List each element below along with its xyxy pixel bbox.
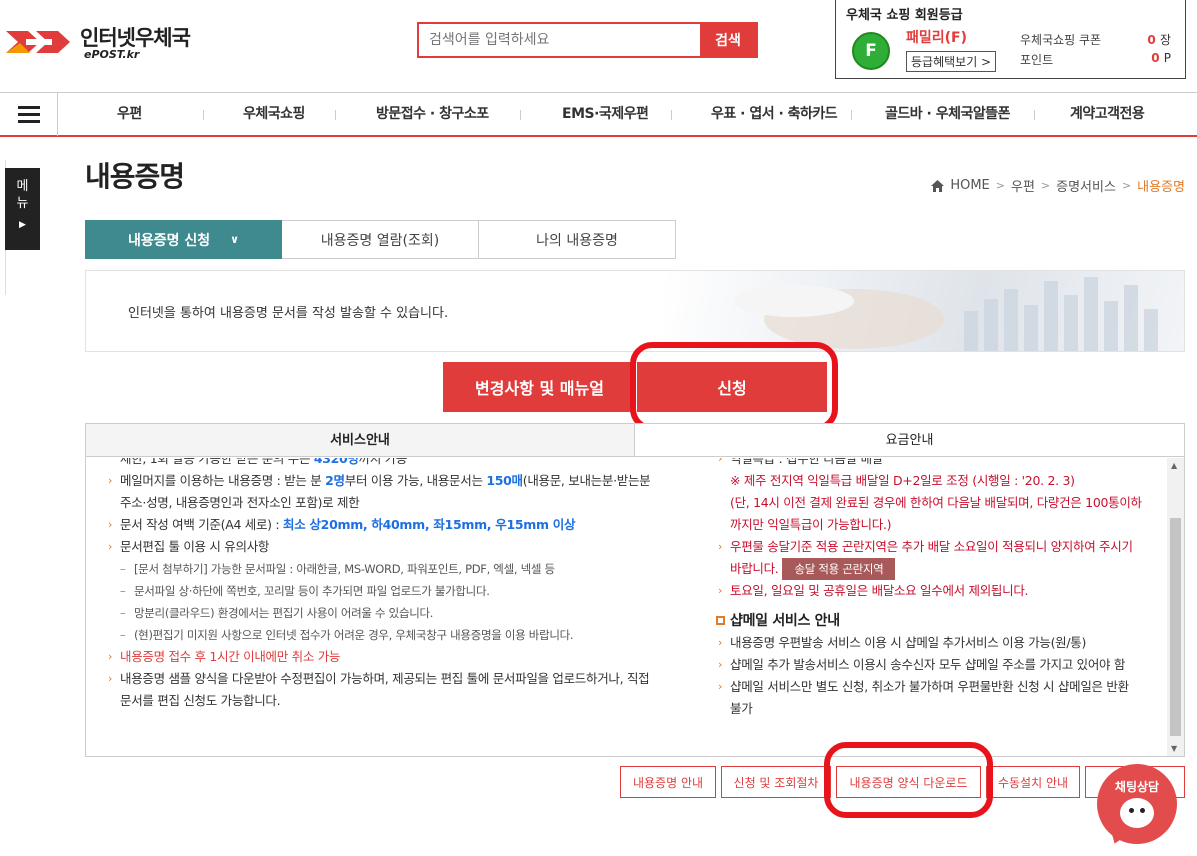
info-line: 제한, 1회 발송 가능한 받는 분의 수는 4320명까지 가능 (120, 458, 408, 466)
certified-guide-button[interactable]: 내용증명 안내 (620, 766, 716, 798)
tab-apply[interactable]: 내용증명 신청 ∨ (85, 220, 282, 259)
breadcrumb-post[interactable]: 우편 (1011, 176, 1035, 195)
info-line: › 메일머지를 이용하는 내용증명 : 받는 분 2명부터 이용 가능, 내용문서… (108, 473, 651, 488)
member-grade-panel: 우체국 쇼핑 회원등급 F 패밀리(F) 등급혜택보기 > 우체국쇼핑 쿠폰 0… (835, 0, 1186, 79)
panel-content: 제한, 1회 발송 가능한 받는 분의 수는 4320명까지 가능 › 메일머지를… (86, 458, 1168, 756)
info-subline: – (현)편집기 미지원 사항으로 인터넷 접수가 어려운 경우, 우체국창구 내… (120, 628, 574, 642)
nav-item-post[interactable]: 우편 (117, 93, 142, 136)
fee-line: › 익일특급 : 접수한 다음날 배달 (718, 458, 884, 466)
breadcrumb-current: 내용증명 (1137, 180, 1185, 195)
nav-item-goldbar[interactable]: 골드바 · 우체국알뜰폰 (885, 93, 1011, 136)
tab-my-certified[interactable]: 나의 내용증명 (479, 220, 676, 259)
breadcrumb-home[interactable]: HOME (950, 178, 989, 193)
breadcrumb: HOME > 우편 > 증명서비스 > 내용증명 (931, 176, 1185, 195)
chevron-down-icon: ∨ (230, 233, 240, 246)
point-value[interactable]: 0 P (1151, 51, 1171, 65)
fee-line: 불가 (730, 701, 753, 716)
info-subline: – 망분리(클라우드) 환경에서는 편집기 사용이 어려울 수 있습니다. (120, 606, 434, 620)
manual-install-button[interactable]: 수동설치 안내 (986, 766, 1080, 798)
chat-label: 채팅상담 (1114, 780, 1160, 794)
fee-line: ※ 제주 전지역 익일특급 배달일 D+2일로 조정 (시행일 : '20. 2… (730, 473, 1075, 488)
fee-line: › 우편물 송달기준 적용 곤란지역은 추가 배달 소요일이 적용되니 양지하여 … (718, 539, 1133, 554)
member-grade-name: 패밀리(F) (906, 30, 968, 46)
fee-line: › 샵메일 추가 발송서비스 이용시 송수신자 모두 샵메일 주소를 가지고 있어… (718, 657, 1126, 672)
nav-item-shopping[interactable]: 우체국쇼핑 (243, 93, 305, 136)
grade-benefit-button[interactable]: 등급혜택보기 > (906, 51, 997, 72)
info-line: 주소·성명, 내용증명인과 전자소인 포함)로 제한 (120, 495, 360, 510)
tab-service-info[interactable]: 서비스안내 (86, 424, 635, 457)
search-bar: 검색 (417, 22, 758, 58)
highlight-ring (630, 342, 838, 431)
highlight-ring (824, 742, 993, 818)
shopmail-heading: 샵메일 서비스 안내 (716, 610, 1146, 632)
service-panel: 서비스안내 요금안내 제한, 1회 발송 가능한 받는 분의 수는 4320명까… (85, 423, 1185, 757)
scroll-down-icon[interactable]: ▼ (1171, 744, 1177, 753)
member-grade-title: 우체국 쇼핑 회원등급 (846, 8, 963, 23)
search-button[interactable]: 검색 (700, 24, 756, 56)
nav-item-stamps[interactable]: 우표 · 엽서 · 축하카드 (711, 93, 838, 136)
coupon-value[interactable]: 0 장 (1147, 31, 1171, 48)
service-info-column: 제한, 1회 발송 가능한 받는 분의 수는 4320명까지 가능 › 메일머지를… (106, 458, 666, 712)
nav-item-contract[interactable]: 계약고객전용 (1070, 93, 1145, 136)
fee-line: › 내용증명 우편발송 서비스 이용 시 샵메일 추가서비스 이용 가능(원/통) (718, 635, 1087, 650)
search-input[interactable] (419, 24, 700, 56)
chat-agent-icon (1120, 798, 1154, 828)
coupon-label: 우체국쇼핑 쿠폰 (1020, 33, 1102, 47)
info-line: › 문서편집 툴 이용 시 유의사항 (108, 539, 270, 554)
scroll-thumb[interactable] (1170, 518, 1181, 736)
apply-procedure-button[interactable]: 신청 및 조회절차 (721, 766, 831, 798)
intro-banner: 인터넷을 통하여 내용증명 문서를 작성 발송할 수 있습니다. (85, 270, 1185, 352)
scroll-up-icon[interactable]: ▲ (1171, 461, 1177, 470)
hamburger-menu-icon[interactable] (0, 93, 58, 136)
main-nav: 우편 우체국쇼핑 방문접수 · 창구소포 EMS·국제우편 우표 · 엽서 · … (0, 92, 1197, 137)
info-line: › 내용증명 접수 후 1시간 이내에만 취소 가능 (108, 649, 341, 664)
chat-consult-button[interactable]: 채팅상담 (1097, 764, 1177, 847)
logo-sub: ePOST.kr (84, 48, 140, 61)
manual-button[interactable]: 변경사항 및 매뉴얼 (443, 362, 636, 412)
tab-view[interactable]: 내용증명 열람(조회) (282, 220, 479, 259)
panel-scrollbar[interactable]: ▲ ▼ (1167, 458, 1184, 756)
fee-info-column: › 익일특급 : 접수한 다음날 배달 ※ 제주 전지역 익일특급 배달일 D+2… (716, 458, 1146, 720)
point-label: 포인트 (1020, 53, 1054, 67)
fee-line: (단, 14시 이전 결제 완료된 경우에 한하여 다음날 배달되며, 다량건은… (730, 495, 1142, 510)
info-line: 문서를 편집 신청도 가능합니다. (120, 693, 281, 708)
banner-image (664, 271, 1184, 351)
info-line: › 문서 작성 여백 기준(A4 세로) : 최소 상20mm, 하40mm, 좌… (108, 517, 576, 532)
intro-text: 인터넷을 통하여 내용증명 문서를 작성 발송할 수 있습니다. (128, 306, 449, 321)
fee-line: › 샵메일 서비스만 별도 신청, 취소가 불가하며 우편물반환 신청 시 샵메일… (718, 679, 1129, 694)
fee-line: 바랍니다. 송달 적용 곤란지역 (716, 558, 1146, 580)
breadcrumb-certification[interactable]: 증명서비스 (1056, 176, 1116, 195)
content-tabs: 내용증명 신청 ∨ 내용증명 열람(조회) 나의 내용증명 (85, 220, 676, 259)
info-line: › 내용증명 샘플 양식을 다운받아 수정편집이 가능하며, 제공되는 편집 툴에… (108, 671, 650, 686)
home-icon (931, 179, 945, 192)
nav-item-visit-pickup[interactable]: 방문접수 · 창구소포 (376, 93, 489, 136)
nav-item-ems[interactable]: EMS·국제우편 (562, 93, 649, 136)
grade-badge-icon: F (852, 32, 890, 70)
info-subline: – 문서파일 상·하단에 쪽번호, 꼬리말 등이 추가되면 파일 업로드가 불가합… (120, 584, 490, 598)
fee-line: › 토요일, 일요일 및 공휴일은 배달소요 일수에서 제외됩니다. (718, 583, 1029, 598)
side-menu-toggle[interactable]: 메 뉴 ▶ (5, 168, 40, 250)
epost-logo-icon (6, 31, 70, 53)
fee-line: 까지만 익일특급이 가능합니다.) (730, 517, 892, 532)
page-title: 내용증명 (85, 160, 185, 193)
info-subline: – [문서 첨부하기] 가능한 문서파일 : 아래한글, MS-WORD, 파워포… (120, 562, 555, 576)
tab-fee-info[interactable]: 요금안내 (635, 424, 1184, 457)
delivery-difficult-area-button[interactable]: 송달 적용 곤란지역 (782, 558, 896, 580)
epost-logo[interactable]: 인터넷우체국 ePOST.kr (6, 22, 196, 64)
chevron-right-icon: ▶ (19, 220, 26, 230)
